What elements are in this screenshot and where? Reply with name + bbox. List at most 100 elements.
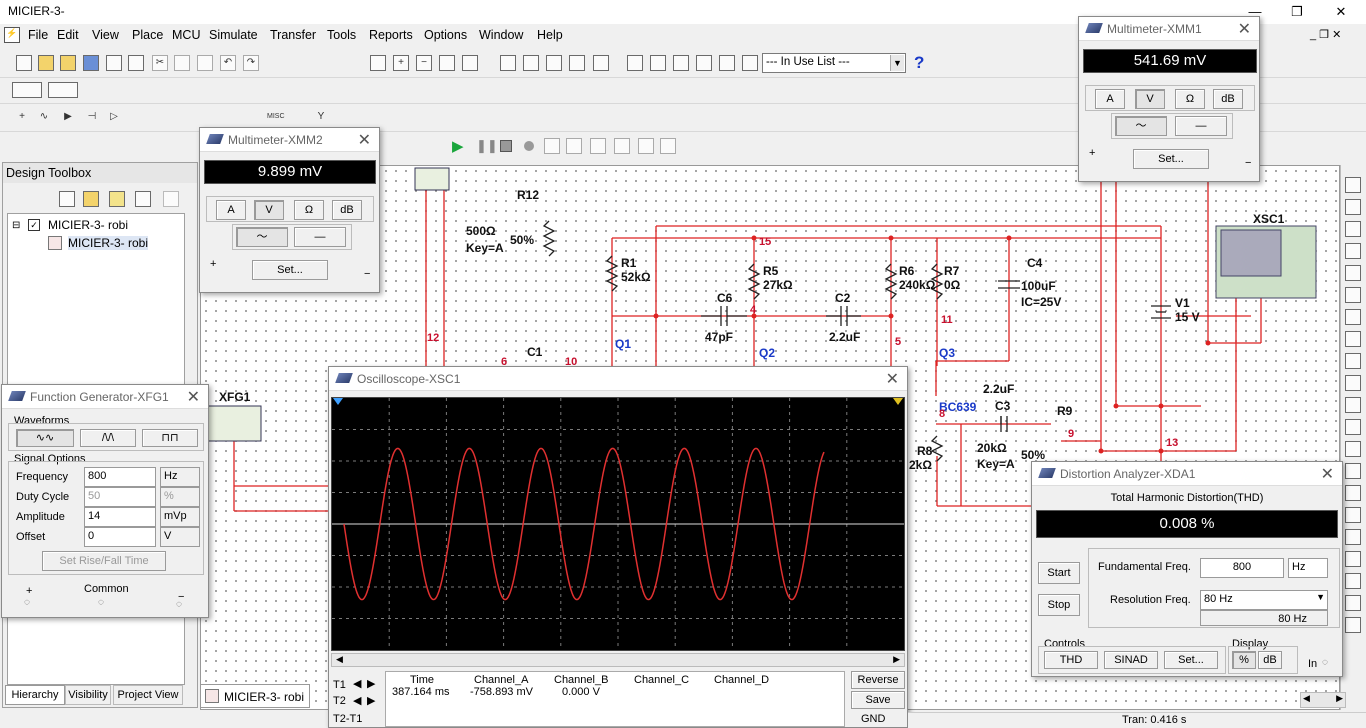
scroll-left-icon[interactable]: ◀ (1303, 693, 1310, 704)
agilent-multimeter-icon[interactable] (1345, 507, 1361, 523)
reverse-button[interactable]: Reverse (851, 671, 905, 689)
database-icon[interactable] (546, 55, 562, 71)
resolution-freq-select[interactable]: 80 Hz ▼ (1200, 590, 1328, 610)
menu-help[interactable]: Help (537, 28, 563, 42)
menu-window[interactable]: Window (479, 28, 523, 42)
db-button[interactable]: dB (1258, 651, 1282, 669)
dc-line-icon[interactable]: — (1175, 116, 1227, 136)
undo-icon[interactable]: ↶ (220, 55, 236, 71)
copy-icon[interactable] (174, 55, 190, 71)
logic-analyzer-icon[interactable] (1345, 375, 1361, 391)
xmm2-settings-button[interactable]: Set... (252, 260, 328, 280)
multimeter-icon[interactable] (1345, 177, 1361, 193)
mixed-icon[interactable] (198, 110, 214, 126)
offset-unit[interactable]: V (160, 527, 200, 547)
graphic-annotation-icon[interactable] (48, 82, 78, 98)
save-button[interactable]: Save (851, 691, 905, 709)
open-samples-icon[interactable] (60, 55, 76, 71)
run-icon[interactable]: ▶ (452, 137, 464, 155)
terminal-icon[interactable]: ◌ (1322, 657, 1328, 668)
power-component-icon[interactable] (244, 110, 260, 126)
function-generator-icon[interactable] (1345, 199, 1361, 215)
square-wave-button[interactable]: ⊓⊓ (142, 429, 198, 447)
step-icon[interactable] (544, 138, 560, 154)
pause-icon[interactable]: ❚❚ (476, 138, 498, 154)
print-preview-icon[interactable] (128, 55, 144, 71)
terminal-icon[interactable]: ◌ (98, 597, 104, 608)
bus-icon[interactable] (420, 110, 436, 126)
mdi-controls-icon[interactable]: _ ❐ ✕ (1310, 28, 1341, 41)
menu-options[interactable]: Options (424, 28, 467, 42)
diode-icon[interactable]: ▶ (60, 110, 76, 126)
zoom-out-icon[interactable]: − (416, 55, 432, 71)
xmm1-ohmmeter-button[interactable]: Ω (1175, 89, 1205, 109)
app-icon[interactable]: ⚡ (4, 27, 20, 43)
new-file-icon[interactable] (59, 191, 75, 207)
tab-project-view[interactable]: Project View (113, 685, 183, 705)
distortion-set-button[interactable]: Set... (1164, 651, 1218, 669)
word-generator-icon[interactable] (1345, 331, 1361, 347)
menu-mcu[interactable]: MCU (172, 28, 200, 42)
t2-right-arrow-icon[interactable]: ▶ (367, 694, 375, 707)
xmm1-db-button[interactable]: dB (1213, 89, 1243, 109)
start-button[interactable]: Start (1038, 562, 1080, 584)
xmm2-db-button[interactable]: dB (332, 200, 362, 220)
help-icon[interactable]: ? (914, 53, 924, 73)
ttl-icon[interactable] (128, 110, 144, 126)
oscilloscope-icon[interactable] (1345, 243, 1361, 259)
measurement-probe-icon[interactable] (1345, 573, 1361, 589)
dc-line-icon[interactable]: — (294, 227, 346, 247)
percent-button[interactable]: % (1232, 651, 1256, 669)
analog-icon[interactable]: ▷ (106, 110, 122, 126)
new-icon[interactable] (16, 55, 32, 71)
xmm2-ammeter-button[interactable]: A (216, 200, 246, 220)
fundamental-freq-unit[interactable]: Hz (1288, 558, 1328, 578)
sinad-button[interactable]: SINAD (1104, 651, 1158, 669)
scroll-right-icon[interactable]: ▶ (893, 654, 900, 665)
agilent-generator-icon[interactable] (1345, 485, 1361, 501)
component-wizard-icon[interactable] (569, 55, 585, 71)
delete-icon[interactable] (163, 191, 179, 207)
agilent-scope-icon[interactable] (1345, 529, 1361, 545)
close-icon[interactable]: ✕ (1321, 464, 1334, 484)
open-folder-icon[interactable] (83, 191, 99, 207)
thd-button[interactable]: THD (1044, 651, 1098, 669)
xmm1-voltmeter-button[interactable]: V (1135, 89, 1165, 109)
menu-place[interactable]: Place (132, 28, 163, 42)
scroll-left-icon[interactable]: ◀ (336, 654, 343, 665)
xmm1-ammeter-button[interactable]: A (1095, 89, 1125, 109)
t2-left-arrow-icon[interactable]: ◀ (353, 694, 361, 707)
spectrum-analyzer-icon[interactable] (1345, 441, 1361, 457)
menu-view[interactable]: View (92, 28, 119, 42)
basic-icon[interactable]: ∿ (36, 110, 52, 126)
logic-converter-icon[interactable] (1345, 353, 1361, 369)
xmm2-ohmmeter-button[interactable]: Ω (294, 200, 324, 220)
in-use-list-select[interactable]: --- In Use List --- ▼ (762, 53, 906, 73)
region-icon[interactable] (673, 55, 689, 71)
fit-page-icon[interactable] (370, 55, 386, 71)
t1-right-arrow-icon[interactable]: ▶ (367, 677, 375, 690)
breadboard-icon[interactable] (742, 55, 758, 71)
current-probe-icon[interactable] (1345, 617, 1361, 633)
hierarchical-block-icon[interactable] (398, 110, 414, 126)
menu-reports[interactable]: Reports (369, 28, 413, 42)
save-design-icon[interactable] (109, 191, 125, 207)
grapher-icon[interactable] (593, 55, 609, 71)
spreadsheet-icon[interactable] (523, 55, 539, 71)
record-icon[interactable] (524, 141, 534, 151)
forward-annotate-icon[interactable] (719, 55, 735, 71)
misc-digital-icon[interactable] (175, 110, 191, 126)
iv-analyzer-icon[interactable] (1345, 397, 1361, 413)
chevron-down-icon[interactable]: ▼ (890, 55, 904, 71)
postprocessor-icon[interactable] (627, 55, 643, 71)
close-icon[interactable]: ✕ (187, 387, 200, 407)
close-button[interactable]: ✕ (1326, 2, 1356, 22)
run-to-cursor-icon[interactable] (614, 138, 630, 154)
sheet-icon[interactable] (135, 191, 151, 207)
t1-left-arrow-icon[interactable]: ◀ (353, 677, 361, 690)
labview-icon[interactable] (1345, 595, 1361, 611)
amplitude-input[interactable]: 14 (84, 507, 156, 527)
fundamental-freq-input[interactable]: 800 (1200, 558, 1284, 578)
menu-file[interactable]: File (28, 28, 48, 42)
remove-breakpoints-icon[interactable] (660, 138, 676, 154)
